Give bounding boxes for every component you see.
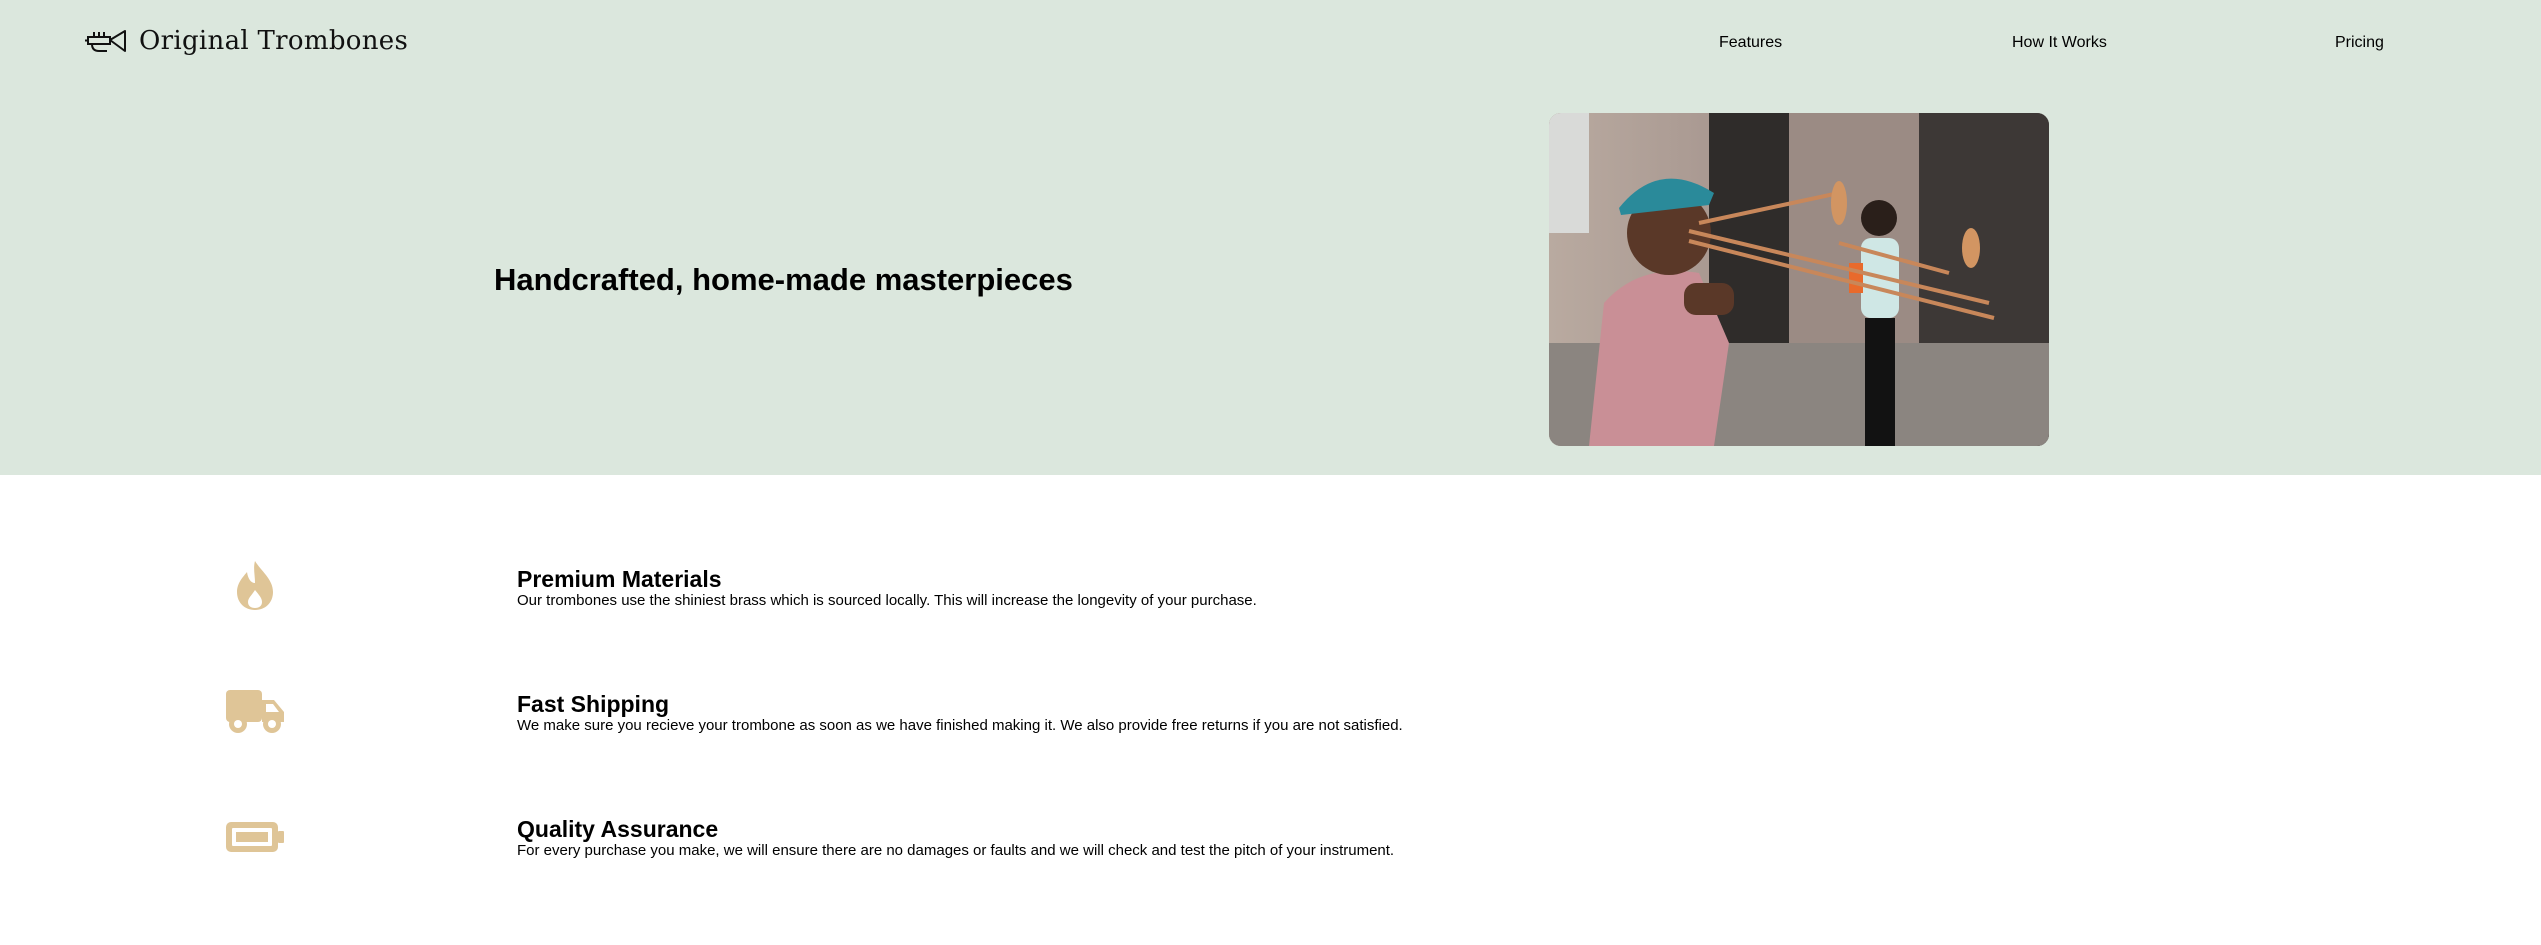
feature-title: Quality Assurance bbox=[517, 816, 719, 842]
brand-logo[interactable]: Original Trombones bbox=[85, 26, 408, 56]
feature-description: We make sure you recieve your trombone a… bbox=[517, 717, 1403, 734]
feature-quality-assurance: Quality Assurance For every purchase you… bbox=[517, 816, 1394, 860]
feature-title: Premium Materials bbox=[517, 566, 722, 592]
hero-title: Handcrafted, home-made masterpieces bbox=[494, 262, 1073, 297]
nav-link-pricing[interactable]: Pricing bbox=[2335, 34, 2384, 52]
flame-icon bbox=[220, 555, 290, 615]
feature-title: Fast Shipping bbox=[517, 691, 670, 717]
trumpet-icon bbox=[85, 26, 129, 56]
feature-description: For every purchase you make, we will ens… bbox=[517, 842, 1395, 859]
nav-link-how-it-works[interactable]: How It Works bbox=[2012, 34, 2107, 52]
hero-photo bbox=[1549, 113, 2049, 446]
feature-description: Our trombones use the shiniest brass whi… bbox=[517, 592, 1257, 609]
nav-link-features[interactable]: Features bbox=[1719, 34, 1782, 52]
battery-full-icon bbox=[220, 807, 290, 867]
hero-section bbox=[0, 0, 2541, 475]
truck-icon bbox=[220, 680, 290, 740]
brand-name: Original Trombones bbox=[139, 26, 409, 56]
feature-fast-shipping: Fast Shipping We make sure you recieve y… bbox=[517, 691, 1403, 735]
feature-premium-materials: Premium Materials Our trombones use the … bbox=[517, 566, 1257, 610]
